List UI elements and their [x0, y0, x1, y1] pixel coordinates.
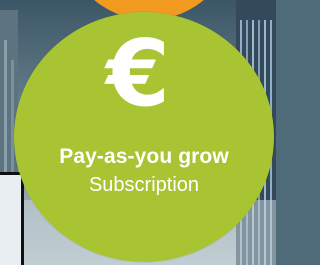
badge-subtitle: Subscription	[88, 174, 200, 196]
badge-title: Pay-as-you grow	[59, 145, 229, 168]
subscription-badge-graphic: € Pay-as-you grow Subscription	[0, 0, 276, 265]
euro-icon: €	[105, 20, 170, 127]
